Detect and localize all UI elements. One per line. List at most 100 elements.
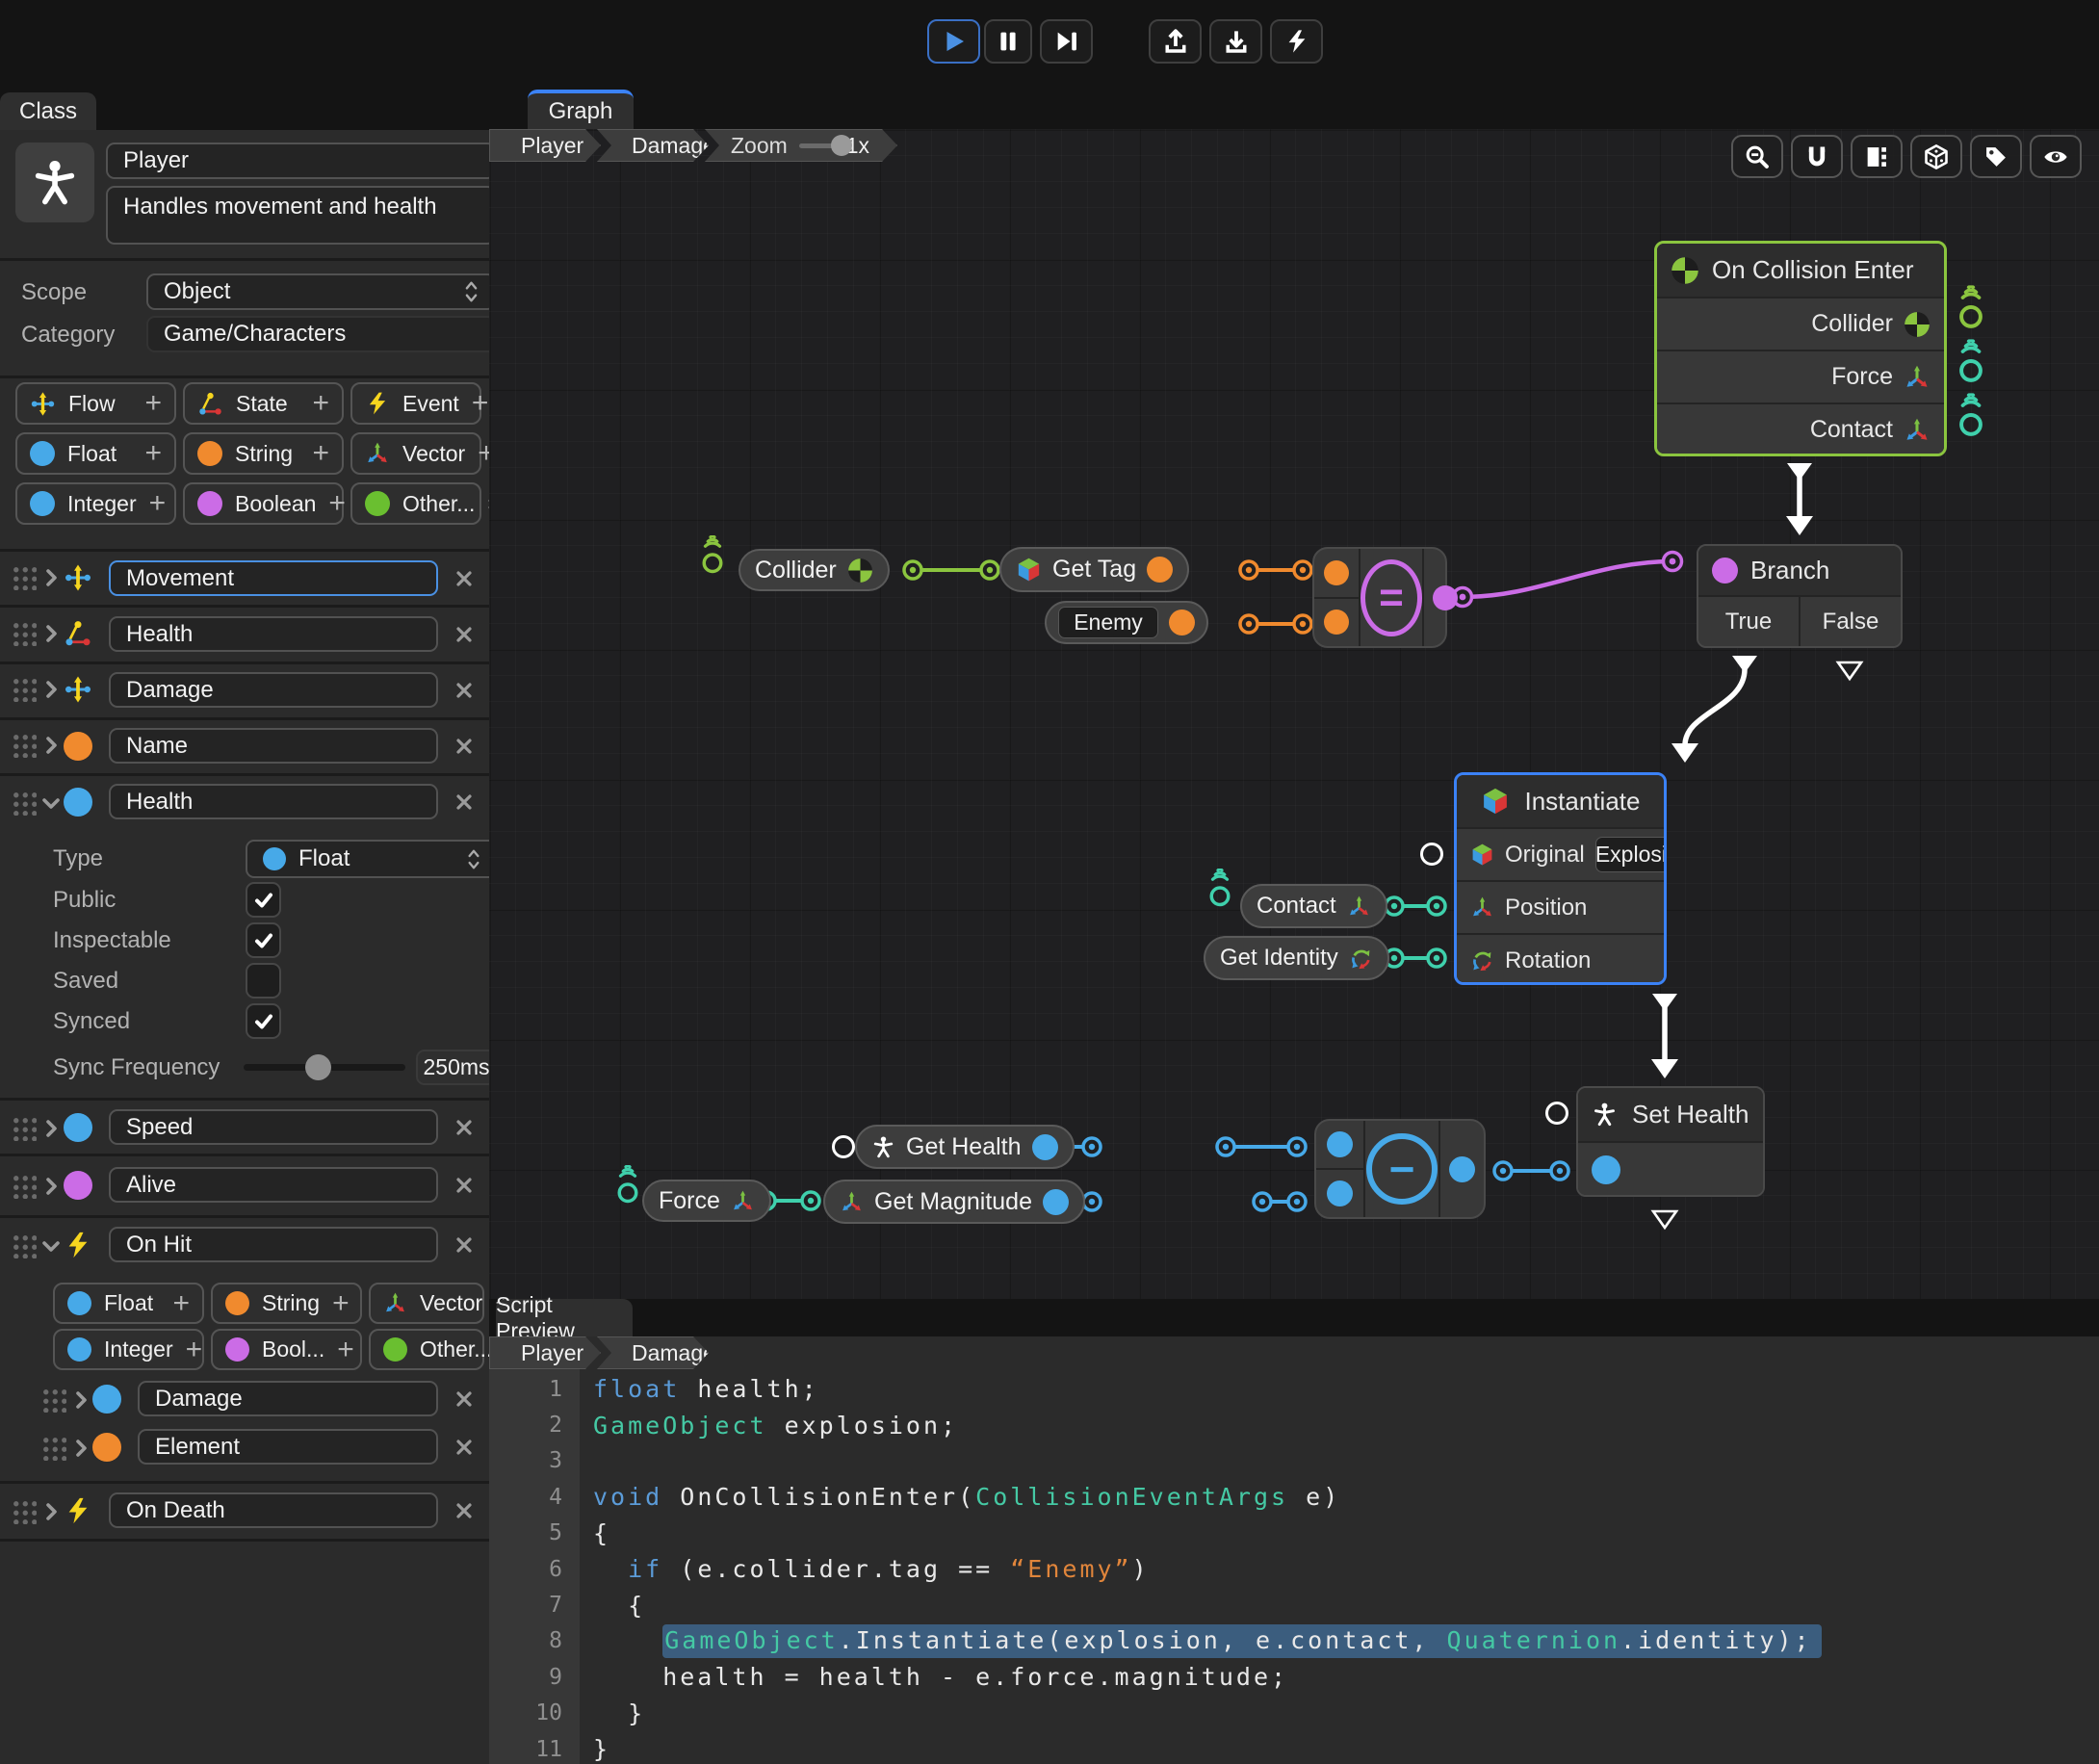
node-branch[interactable]: Branch True False — [1697, 544, 1903, 648]
drag-handle[interactable] — [11, 1173, 37, 1199]
drag-handle[interactable] — [40, 1435, 66, 1461]
pause-button[interactable] — [984, 19, 1032, 64]
add-integer-button[interactable]: Integer+ — [15, 482, 176, 525]
add-state-button[interactable]: State+ — [183, 382, 344, 425]
node-enemy-literal[interactable]: Enemy — [1045, 601, 1208, 644]
drag-handle[interactable] — [11, 1115, 37, 1141]
input-position[interactable]: Position — [1457, 880, 1664, 933]
float-port-icon[interactable] — [1592, 1155, 1620, 1184]
variable-name-input[interactable]: Movement — [109, 560, 438, 596]
drag-handle[interactable] — [11, 620, 37, 646]
add-event-button[interactable]: Event+ — [350, 382, 481, 425]
condition-port[interactable] — [1712, 558, 1738, 584]
node-subtract[interactable]: − — [1314, 1119, 1486, 1219]
delete-variable-icon[interactable] — [453, 679, 476, 702]
drag-handle[interactable] — [11, 564, 37, 590]
script-breadcrumb-damage[interactable]: Damage — [597, 1336, 709, 1369]
step-forward-button[interactable] — [1040, 19, 1093, 64]
category-input[interactable]: Game/Characters — [146, 316, 496, 352]
enemy-value-input[interactable]: Enemy — [1058, 607, 1158, 638]
input-value[interactable] — [1578, 1141, 1763, 1197]
add-boolean-button[interactable]: Boolean+ — [183, 482, 344, 525]
delete-variable-icon[interactable] — [453, 791, 476, 814]
chevron-right-icon[interactable] — [39, 1175, 63, 1198]
delete-variable-icon[interactable] — [453, 623, 476, 646]
zoom-out-button[interactable] — [1731, 135, 1783, 178]
float-port-icon[interactable] — [1043, 1189, 1069, 1215]
variable-name-input[interactable]: On Death — [109, 1492, 438, 1528]
result-port[interactable] — [1433, 585, 1458, 610]
node-get-identity[interactable]: Get Identity — [1204, 936, 1389, 980]
add-vector-button[interactable]: Vector+ — [350, 432, 481, 475]
variable-name-input[interactable]: Alive — [109, 1167, 438, 1203]
drag-handle[interactable] — [11, 1232, 37, 1258]
chevron-right-icon[interactable] — [39, 678, 63, 701]
tag-button[interactable] — [1970, 135, 2022, 178]
node-get-tag[interactable]: Get Tag — [999, 547, 1189, 592]
branch-true-port[interactable]: True — [1698, 595, 1799, 646]
variable-name-input[interactable]: Speed — [109, 1109, 438, 1145]
chevron-right-icon[interactable] — [39, 1500, 63, 1523]
string-port-icon[interactable] — [1147, 557, 1173, 583]
public-checkbox[interactable] — [246, 882, 281, 918]
add-param-string-button[interactable]: String+ — [211, 1283, 362, 1324]
chevron-right-icon[interactable] — [39, 566, 63, 589]
delete-param-icon[interactable] — [453, 1436, 476, 1459]
node-collider-variable[interactable]: Collider — [739, 549, 890, 591]
delete-variable-icon[interactable] — [453, 1499, 476, 1522]
input-b-port[interactable] — [1324, 610, 1349, 635]
flash-button[interactable] — [1270, 19, 1323, 64]
add-float-button[interactable]: Float+ — [15, 432, 176, 475]
add-param-vector-button[interactable]: Vector+ — [369, 1283, 484, 1324]
breadcrumb-zoom[interactable]: Zoom 1x — [705, 129, 897, 162]
node-force-variable[interactable]: Force — [642, 1180, 771, 1222]
param-name-input[interactable]: Element — [138, 1429, 438, 1465]
node-contact-variable[interactable]: Contact — [1240, 884, 1387, 928]
chevron-right-icon[interactable] — [39, 622, 63, 645]
scope-select[interactable]: Object — [146, 273, 496, 310]
drag-handle[interactable] — [11, 1498, 37, 1524]
node-get-magnitude[interactable]: Get Magnitude — [823, 1180, 1085, 1224]
drag-handle[interactable] — [11, 676, 37, 702]
delete-variable-icon[interactable] — [453, 1174, 476, 1197]
add-flow-button[interactable]: Flow+ — [15, 382, 176, 425]
add-param-float-button[interactable]: Float+ — [53, 1283, 204, 1324]
chevron-right-icon[interactable] — [39, 1117, 63, 1140]
add-param-boolean-button[interactable]: Bool...+ — [211, 1329, 362, 1370]
output-collider[interactable]: Collider — [1657, 297, 1944, 350]
class-description-input[interactable]: Handles movement and health — [106, 186, 496, 245]
chevron-down-icon[interactable] — [39, 791, 63, 815]
slider-knob[interactable] — [305, 1054, 331, 1080]
code-lines[interactable]: 1float health;2GameObject explosion;34vo… — [489, 1371, 2099, 1764]
delete-variable-icon[interactable] — [453, 1233, 476, 1257]
class-name-input[interactable]: Player — [106, 143, 496, 179]
tab-script-preview[interactable]: Script Preview — [496, 1299, 633, 1336]
zoom-slider[interactable] — [799, 143, 835, 148]
variable-name-input[interactable]: On Hit — [109, 1227, 438, 1262]
magnet-button[interactable] — [1791, 135, 1843, 178]
inspectable-checkbox[interactable] — [246, 922, 281, 958]
variable-name-input[interactable]: Health — [109, 784, 438, 819]
cube-button[interactable] — [1910, 135, 1962, 178]
input-a-port[interactable] — [1324, 560, 1349, 585]
add-param-other-button[interactable]: Other... — [369, 1329, 484, 1370]
add-other-button[interactable]: Other... — [350, 482, 481, 525]
branch-false-port[interactable]: False — [1799, 595, 1901, 646]
delete-variable-icon[interactable] — [453, 567, 476, 590]
string-port-icon[interactable] — [1169, 610, 1195, 636]
input-rotation[interactable]: Rotation — [1457, 933, 1664, 985]
synced-checkbox[interactable] — [246, 1003, 281, 1039]
breadcrumb-damage[interactable]: Damage — [597, 129, 709, 162]
chevron-right-icon[interactable] — [39, 734, 63, 757]
drag-handle[interactable] — [11, 790, 37, 816]
node-set-health[interactable]: Set Health — [1576, 1086, 1765, 1197]
download-button[interactable] — [1209, 19, 1262, 64]
chevron-right-icon[interactable] — [69, 1388, 92, 1412]
saved-checkbox[interactable] — [246, 963, 281, 999]
input-b-port[interactable] — [1327, 1180, 1353, 1206]
zoom-slider-knob[interactable] — [831, 135, 852, 156]
delete-variable-icon[interactable] — [453, 1116, 476, 1139]
output-contact[interactable]: Contact — [1657, 402, 1944, 455]
chevron-right-icon[interactable] — [69, 1437, 92, 1460]
variable-name-input[interactable]: Name — [109, 728, 438, 764]
